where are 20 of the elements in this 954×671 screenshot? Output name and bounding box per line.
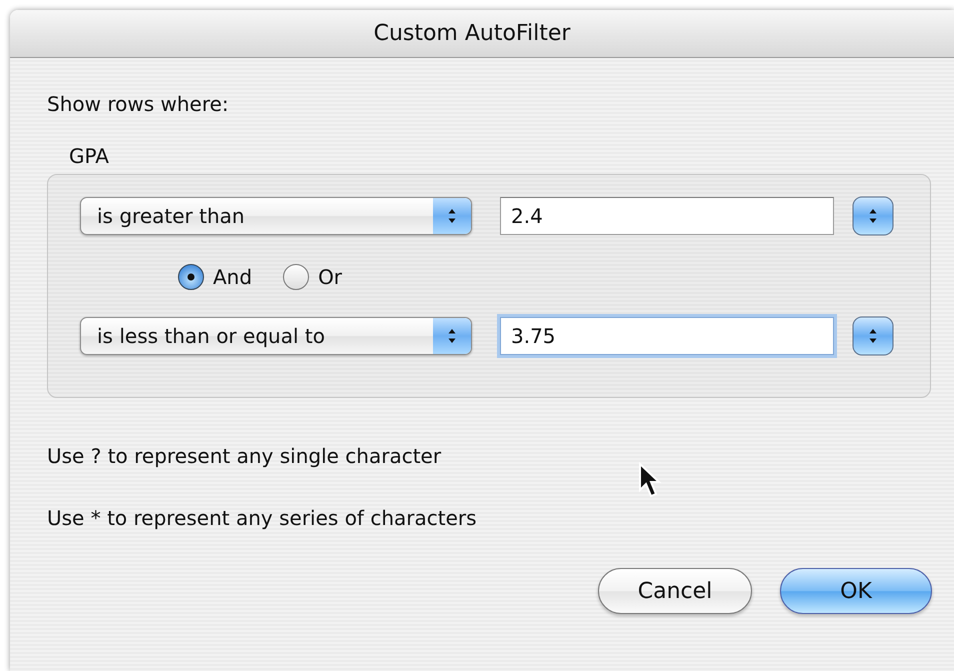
- up-down-arrows-icon: [433, 318, 471, 354]
- mouse-pointer-icon: [638, 462, 664, 500]
- instruction-text: Show rows where:: [47, 92, 230, 116]
- hint-text: Use ? to represent any single character: [47, 444, 442, 468]
- push-button[interactable]: Cancel: [598, 568, 752, 614]
- stepper-button[interactable]: [852, 196, 894, 236]
- radio-label: Or: [318, 265, 342, 289]
- up-down-arrows-icon: [433, 198, 471, 234]
- default-button[interactable]: OK: [780, 568, 932, 614]
- condition-dropdown[interactable]: is less than or equal to: [80, 317, 472, 355]
- radio-button[interactable]: [282, 263, 310, 291]
- stepper-button[interactable]: [852, 316, 894, 356]
- radio-button-selected[interactable]: [177, 263, 205, 291]
- hint-text: Use * to represent any series of characters: [47, 506, 478, 530]
- window-title: Custom AutoFilter: [374, 21, 570, 46]
- condition-dropdown[interactable]: is greater than: [80, 197, 472, 235]
- group-label: GPA: [69, 144, 110, 168]
- value-field[interactable]: 3.75: [500, 317, 834, 355]
- radio-label: And: [213, 265, 252, 289]
- value-field[interactable]: 2.4: [500, 197, 834, 235]
